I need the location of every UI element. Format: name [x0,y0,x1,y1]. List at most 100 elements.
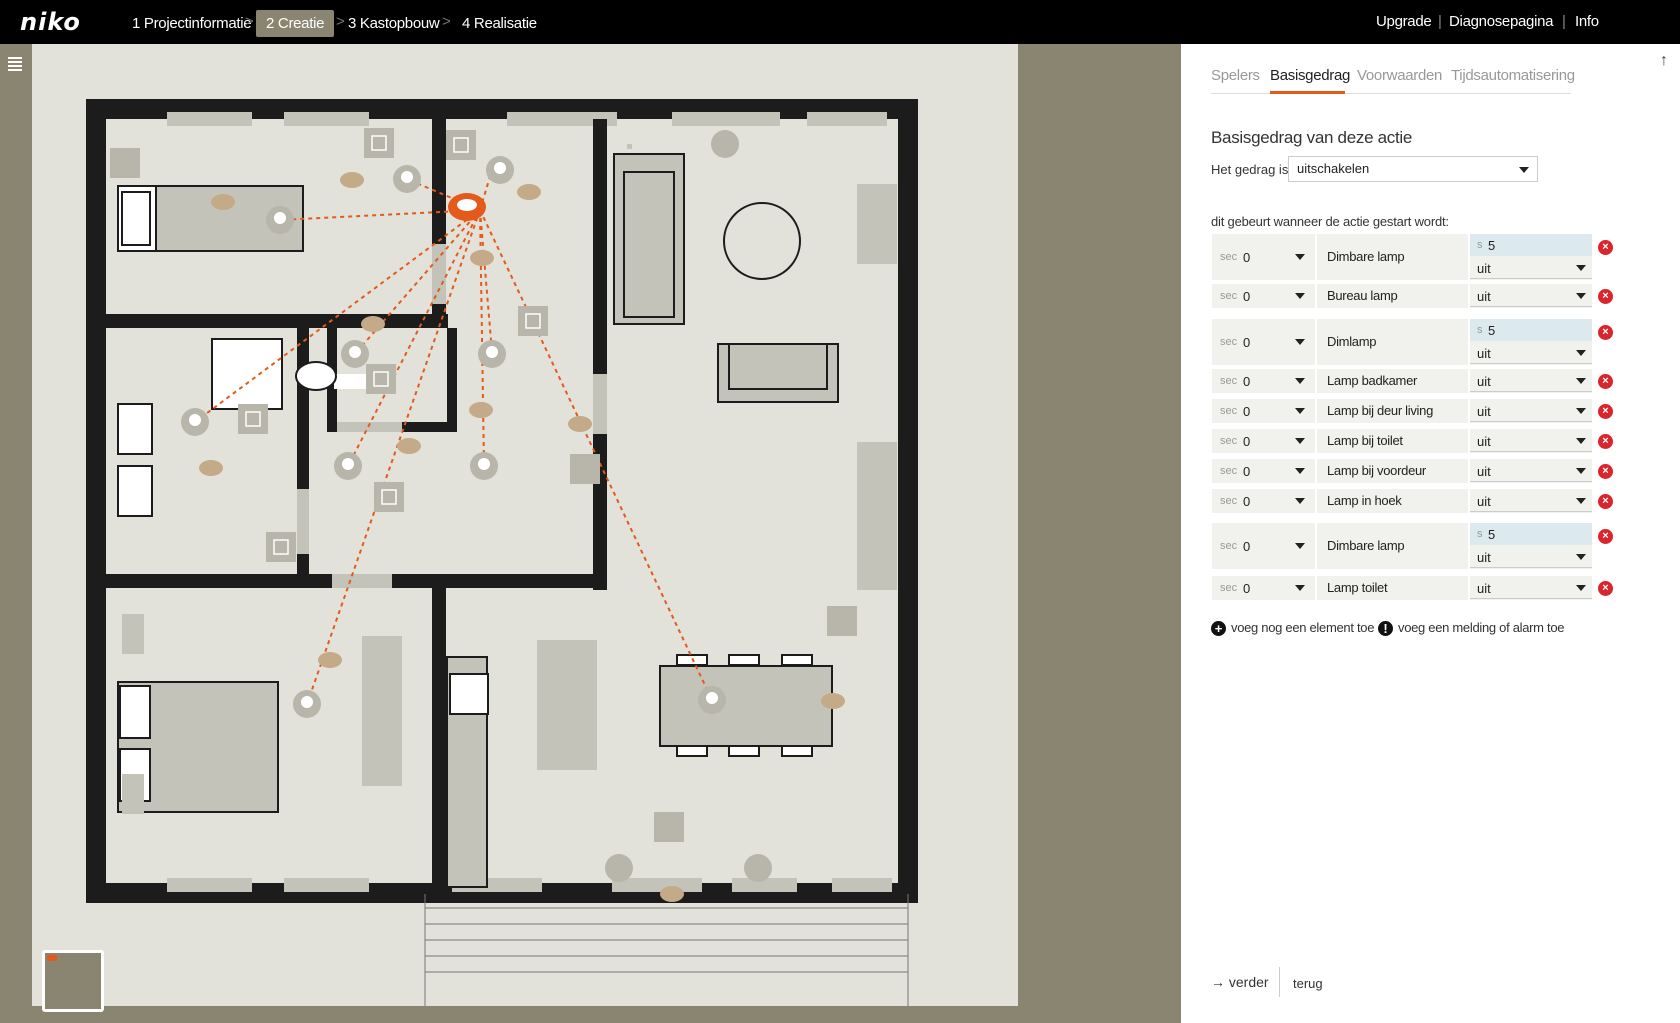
chevron-down-icon [1295,585,1305,591]
behavior-select[interactable]: uitschakelen [1288,156,1538,182]
delete-icon[interactable]: × [1598,404,1613,419]
floor-plan-canvas[interactable] [32,44,1018,1006]
state-select[interactable]: uit [1470,285,1592,307]
action-row: sec 0 Lamp bij toilet uit × [1212,429,1613,453]
state-cell: s 5 uit [1470,523,1592,569]
element-name: Lamp bij deur living [1317,399,1469,423]
minimap-thumbnail[interactable] [42,950,104,1012]
delay-select[interactable]: sec 0 [1212,234,1316,280]
delay-select[interactable]: sec 0 [1212,459,1316,483]
action-row: sec 0 Lamp bij voordeur uit × [1212,459,1613,483]
chevron-down-icon [1295,378,1305,384]
chevron-down-icon [1576,585,1586,591]
chevron-down-icon [1295,408,1305,414]
chevron-down-icon [1295,543,1305,549]
scroll-top-icon[interactable]: ↑ [1660,52,1668,70]
action-row: sec 0 Bureau lamp uit × [1212,284,1613,308]
delete-icon[interactable]: × [1598,464,1613,479]
delay-select[interactable]: sec 0 [1212,489,1316,513]
dim-duration-input[interactable]: s 5 [1470,234,1592,256]
add-element-link[interactable]: voeg nog een element toe [1231,620,1374,635]
add-alarm-link[interactable]: voeg een melding of alarm toe [1398,620,1564,635]
state-select[interactable]: uit [1470,342,1592,364]
dim-duration-input[interactable]: s 5 [1470,523,1592,545]
switch-icon [366,364,396,394]
state-select[interactable]: uit [1470,490,1592,512]
chevron-down-icon [1576,498,1586,504]
delete-icon[interactable]: × [1598,581,1613,596]
step-projectinformatie[interactable]: 1 Projectinformatie [122,10,261,37]
info-link[interactable]: Info [1575,13,1599,30]
dim-duration-input[interactable]: s 5 [1470,319,1592,341]
plus-circle-icon[interactable]: + [1211,621,1226,636]
delete-icon[interactable]: × [1598,434,1613,449]
window [672,112,780,126]
delete-icon[interactable]: × [1598,240,1613,255]
delete-icon[interactable]: × [1598,325,1613,340]
sensor-icon [660,886,684,902]
delay-select[interactable]: sec 0 [1212,399,1316,423]
chevron-right-icon: > [245,13,254,30]
sensor-icon [361,316,385,332]
switch-icon [266,532,296,562]
chevron-down-icon [1295,254,1305,260]
tab-tijdsautomatisering[interactable]: Tijdsautomatisering [1451,67,1575,84]
behavior-label: Het gedrag is [1211,162,1289,177]
state-select[interactable]: uit [1470,430,1592,452]
list-menu-icon[interactable] [8,57,22,73]
terrace-steps [424,894,909,1006]
delete-icon[interactable]: × [1598,494,1613,509]
state-cell: s 5 uit [1470,319,1592,365]
switch-icon [518,306,548,336]
tab-basisgedrag[interactable]: Basisgedrag [1270,67,1350,84]
diagnosepagina-link[interactable]: Diagnosepagina [1449,13,1554,30]
state-select[interactable]: uit [1470,400,1592,422]
state-select[interactable]: uit [1470,546,1592,568]
state-select[interactable]: uit [1470,370,1592,392]
delay-select[interactable]: sec 0 [1212,429,1316,453]
switch-icon [374,482,404,512]
delay-value: 0 [1243,250,1251,265]
element-name: Lamp bij voordeur [1317,459,1469,483]
action-row: sec 0 Lamp bij deur living uit × [1212,399,1613,423]
niko-logo[interactable]: niko [20,8,81,36]
delete-icon[interactable]: × [1598,289,1613,304]
alarm-icon[interactable]: ! [1378,621,1393,636]
tab-voorwaarden[interactable]: Voorwaarden [1357,67,1442,84]
delay-select[interactable]: sec 0 [1212,284,1316,308]
step-creatie[interactable]: 2 Creatie [256,10,335,37]
element-name: Lamp bij toilet [1317,429,1469,453]
delay-select[interactable]: sec 0 [1212,523,1316,569]
delay-select[interactable]: sec 0 [1212,369,1316,393]
delete-icon[interactable]: × [1598,374,1613,389]
state-select[interactable]: uit [1470,577,1592,599]
step-kastopbouw[interactable]: 3 Kastopbouw [338,10,449,37]
next-button[interactable]: → verder [1211,974,1269,990]
chevron-down-icon [1295,293,1305,299]
state-select[interactable]: uit [1470,257,1592,279]
delay-select[interactable]: sec 0 [1212,319,1316,365]
panel-icon [827,606,857,636]
element-name: Lamp in hoek [1317,489,1469,513]
tab-spelers[interactable]: Spelers [1211,67,1260,84]
heater-icon [605,854,633,882]
delay-select[interactable]: sec 0 [1212,576,1316,600]
state-cell: s 5 uit [1470,234,1592,280]
element-name: Dimbare lamp [1317,234,1469,280]
top-bar: niko 1 Projectinformatie > 2 Creatie > 3… [0,0,1680,44]
step-realisatie[interactable]: 4 Realisatie [452,10,547,37]
state-cell: uit [1470,399,1592,423]
upgrade-link[interactable]: Upgrade [1376,13,1432,30]
chevron-down-icon [1576,293,1586,299]
window [284,112,369,126]
chevron-down-icon [1576,468,1586,474]
action-row: sec 0 Lamp toilet uit × [1212,576,1613,600]
delete-icon[interactable]: × [1598,529,1613,544]
element-name: Dimbare lamp [1317,523,1469,569]
back-button[interactable]: terug [1293,976,1323,991]
element-name: Lamp toilet [1317,576,1469,600]
chevron-down-icon [1576,554,1586,560]
state-select[interactable]: uit [1470,460,1592,482]
chevron-down-icon [1576,265,1586,271]
shower [211,338,283,410]
